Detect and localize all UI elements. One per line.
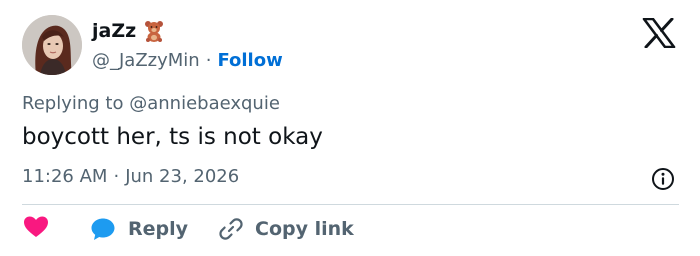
speech-bubble-icon: [90, 216, 116, 242]
separator-dot: ·: [205, 49, 212, 71]
separator-dot: ·: [113, 166, 120, 187]
x-logo-icon[interactable]: [642, 17, 676, 49]
reply-context-prefix: Replying to: [22, 93, 124, 114]
avatar[interactable]: [22, 15, 82, 75]
tweet-date: Jun 23, 2026: [125, 166, 240, 187]
tweet-card: jaZz @_JaZzyMin · Follow Replying to @an…: [0, 0, 700, 256]
author-display-name[interactable]: jaZz: [92, 20, 136, 42]
tweet-text: boycott her, ts is not okay: [22, 124, 323, 150]
teddy-bear-icon: [144, 20, 164, 42]
divider: [22, 204, 679, 205]
tweet-timestamp[interactable]: 11:26 AM · Jun 23, 2026: [22, 166, 239, 187]
link-icon: [218, 216, 244, 242]
like-button[interactable]: [22, 216, 50, 242]
follow-button[interactable]: Follow: [217, 50, 282, 71]
author-handle[interactable]: @_JaZzyMin: [92, 50, 200, 71]
copy-link-label: Copy link: [255, 218, 354, 240]
author-name-line: jaZz: [92, 18, 164, 44]
reply-context: Replying to @anniebaexquie: [22, 93, 280, 117]
reply-button[interactable]: Reply: [90, 216, 188, 242]
info-icon[interactable]: [650, 166, 676, 192]
copy-link-button[interactable]: Copy link: [218, 216, 354, 242]
heart-icon: [23, 215, 49, 243]
reply-label: Reply: [128, 218, 189, 240]
action-bar: Reply Copy link: [22, 214, 354, 244]
reply-context-mention[interactable]: @anniebaexquie: [129, 93, 280, 114]
author-handle-line: @_JaZzyMin · Follow: [92, 48, 283, 72]
tweet-time: 11:26 AM: [22, 166, 108, 187]
